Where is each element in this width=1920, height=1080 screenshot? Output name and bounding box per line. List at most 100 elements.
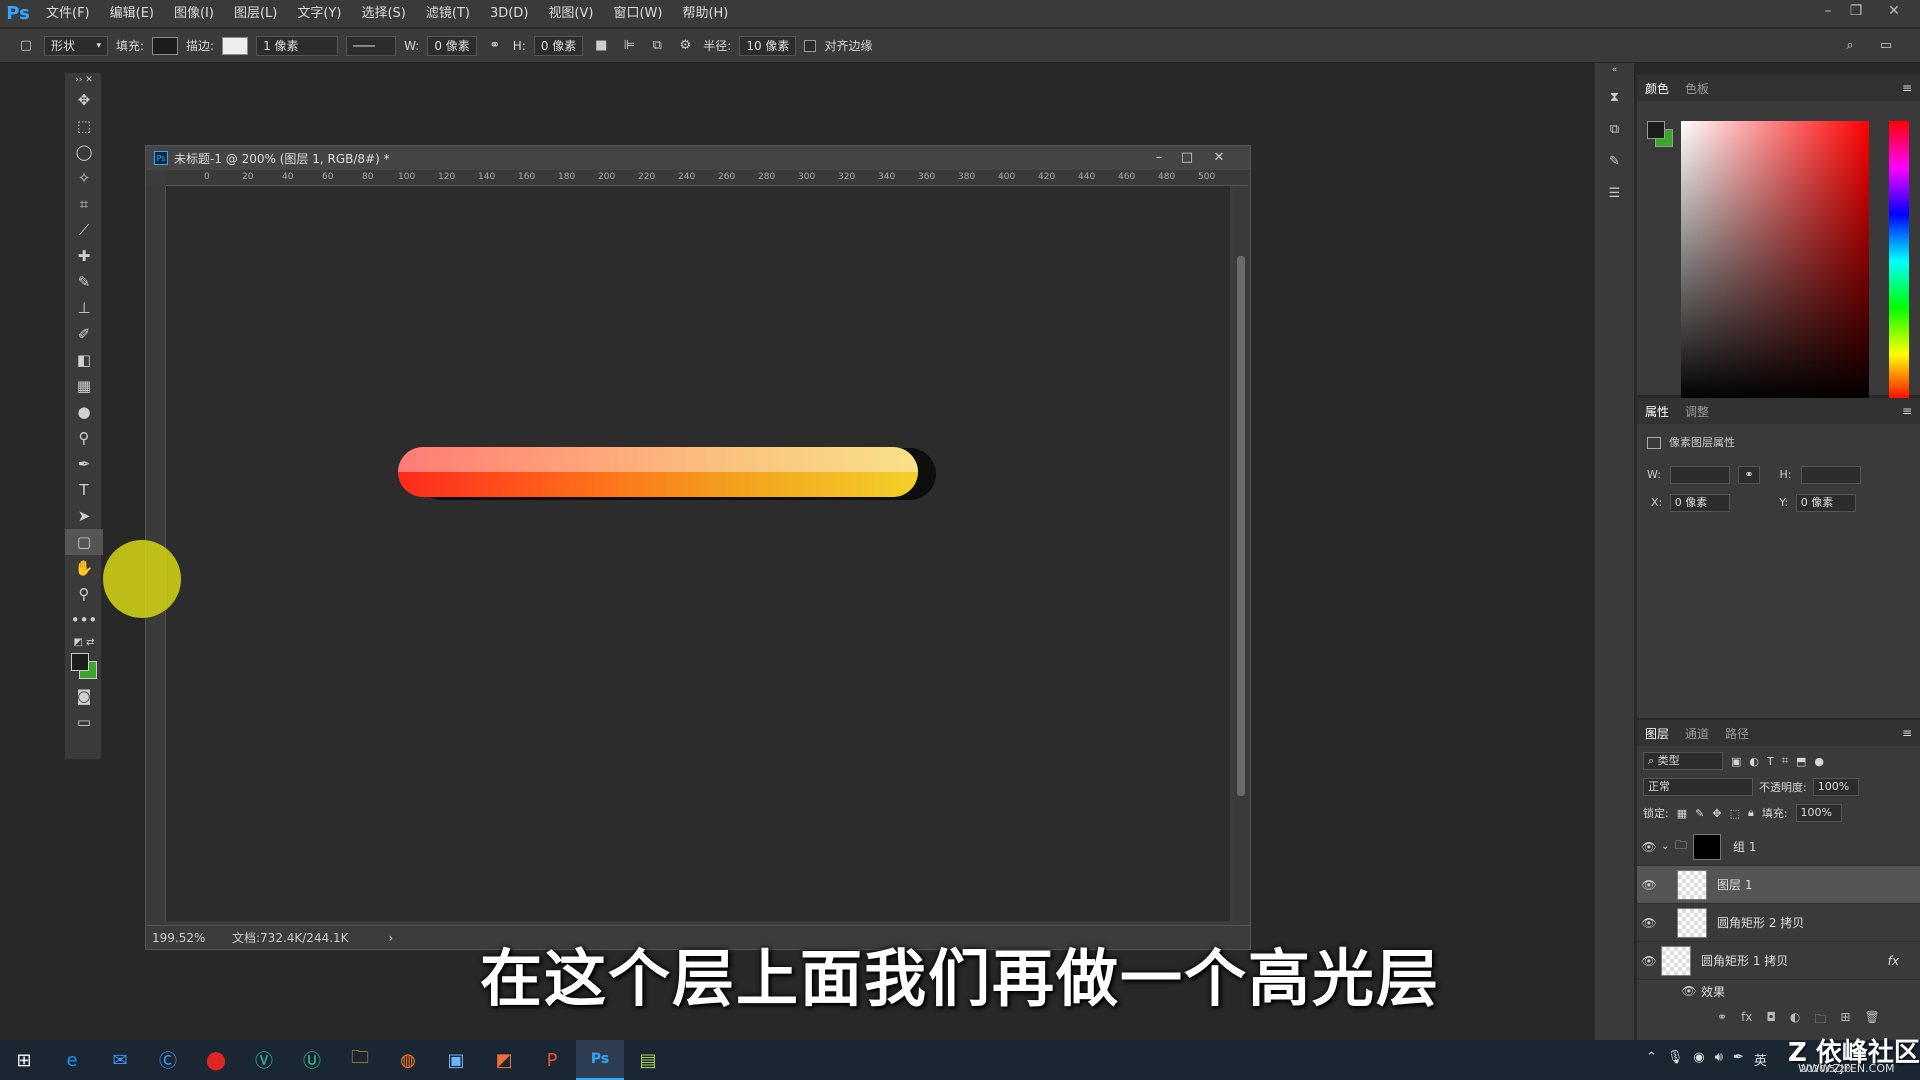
lock-all-icon[interactable]: 🔒︎: [1748, 806, 1754, 820]
microphone-icon[interactable]: 🎙︎: [1667, 1050, 1684, 1069]
props-w-field[interactable]: [1670, 466, 1731, 484]
tab-channels[interactable]: 通道: [1685, 725, 1709, 742]
path-operations-icon[interactable]: ■: [591, 36, 611, 56]
layer-row[interactable]: 👁︎ ⌄ 🗀︎ 组 1: [1637, 828, 1920, 866]
menu-type[interactable]: 文字(Y): [287, 0, 351, 28]
quick-mask-icon[interactable]: ◙: [65, 683, 103, 709]
rounded-rectangle-tool-icon[interactable]: ▢: [65, 529, 103, 555]
volume-icon[interactable]: 🔊︎: [1715, 1050, 1723, 1069]
app-v-icon[interactable]: Ⓥ: [240, 1040, 288, 1080]
app-c-icon[interactable]: Ⓒ: [144, 1040, 192, 1080]
path-arrangement-icon[interactable]: ⧉: [647, 36, 667, 56]
eye-icon[interactable]: 👁︎: [1637, 878, 1661, 892]
doc-maximize-icon[interactable]: □: [1174, 148, 1200, 168]
clone-source-icon[interactable]: ⧉: [1605, 119, 1625, 139]
crop-tool-icon[interactable]: ⌗: [65, 191, 103, 217]
tab-layers[interactable]: 图层: [1645, 725, 1669, 742]
blend-mode-select[interactable]: 正常: [1643, 778, 1753, 796]
move-tool-icon[interactable]: ✥: [65, 87, 103, 113]
filter-adjustment-icon[interactable]: ◐: [1749, 755, 1759, 768]
menu-edit[interactable]: 编辑(E): [100, 0, 164, 28]
more-tools-icon[interactable]: •••: [65, 607, 103, 633]
swap-colors-icon[interactable]: ◩ ⇄: [65, 633, 103, 651]
lock-transparent-icon[interactable]: ▦: [1677, 807, 1687, 820]
close-icon[interactable]: ✕: [1880, 0, 1908, 24]
app-red-icon[interactable]: ⬤: [192, 1040, 240, 1080]
hand-tool-icon[interactable]: ✋: [65, 555, 103, 581]
menu-filter[interactable]: 滤镜(T): [416, 0, 480, 28]
gradient-tool-icon[interactable]: ▦: [65, 373, 103, 399]
lasso-tool-icon[interactable]: ◯: [65, 139, 103, 165]
paint-app-icon[interactable]: ◩: [480, 1040, 528, 1080]
screen-mode-icon[interactable]: ▭: [65, 709, 103, 735]
filter-toggle-icon[interactable]: ●: [1814, 755, 1824, 768]
gear-icon[interactable]: ⚙: [675, 36, 695, 56]
tab-swatches[interactable]: 色板: [1685, 80, 1709, 97]
menu-layer[interactable]: 图层(L): [224, 0, 287, 28]
path-selection-tool-icon[interactable]: ➤: [65, 503, 103, 529]
filter-type-icon[interactable]: T: [1767, 755, 1774, 768]
brush-tool-icon[interactable]: ✎: [65, 269, 103, 295]
canvas[interactable]: [166, 186, 1230, 921]
tray-expand-icon[interactable]: ⌃: [1646, 1050, 1657, 1069]
filter-pixel-icon[interactable]: ▣: [1731, 755, 1741, 768]
menu-3d[interactable]: 3D(D): [480, 0, 538, 28]
lock-artboard-icon[interactable]: ⬚: [1730, 807, 1740, 820]
tab-color[interactable]: 颜色: [1645, 80, 1669, 97]
document-titlebar[interactable]: Ps 未标题-1 @ 200% (图层 1, RGB/8#) * – □ ✕: [146, 146, 1250, 170]
photoshop-taskbar-icon[interactable]: Ps: [576, 1040, 624, 1080]
chevron-down-icon[interactable]: ⌄: [1661, 841, 1675, 852]
menu-view[interactable]: 视图(V): [538, 0, 603, 28]
firefox-icon[interactable]: ◍: [384, 1040, 432, 1080]
blur-tool-icon[interactable]: ●: [65, 399, 103, 425]
lock-pixels-icon[interactable]: ✎: [1695, 807, 1704, 820]
magic-wand-tool-icon[interactable]: ✧: [65, 165, 103, 191]
link-icon[interactable]: ⚭: [485, 36, 505, 56]
pen-icon[interactable]: ✒: [1733, 1050, 1744, 1069]
dodge-tool-icon[interactable]: ⚲: [65, 425, 103, 451]
input-language[interactable]: 英: [1754, 1050, 1767, 1069]
search-icon[interactable]: ⌕: [1840, 36, 1860, 56]
props-h-field[interactable]: [1800, 466, 1861, 484]
desktop-app-icon[interactable]: ▣: [432, 1040, 480, 1080]
brush-panel-icon[interactable]: ✎: [1605, 151, 1625, 171]
opacity-field[interactable]: 100%: [1812, 778, 1859, 796]
tab-properties[interactable]: 属性: [1645, 403, 1669, 420]
w-field[interactable]: 0 像素: [427, 35, 477, 56]
history-panel-icon[interactable]: ⧗: [1605, 87, 1625, 107]
edge-browser-icon[interactable]: e: [48, 1040, 96, 1080]
stroke-swatch[interactable]: [222, 36, 249, 55]
layer-row-selected[interactable]: 👁︎ 图层 1: [1637, 866, 1920, 904]
powerpoint-icon[interactable]: P: [528, 1040, 576, 1080]
layer-name[interactable]: 图层 1: [1717, 876, 1752, 893]
workspace-icon[interactable]: ▭: [1876, 36, 1896, 56]
vertical-scrollbar[interactable]: [1234, 186, 1248, 921]
color-picker-field[interactable]: [1681, 121, 1869, 401]
path-alignment-icon[interactable]: ⊫: [619, 36, 639, 56]
filter-shape-icon[interactable]: ⌗: [1782, 754, 1788, 768]
fill-swatch[interactable]: [152, 36, 179, 55]
healing-brush-tool-icon[interactable]: ✚: [65, 243, 103, 269]
foreground-color-swatch[interactable]: [71, 653, 89, 671]
collapse-panels-icon[interactable]: «: [1605, 65, 1625, 75]
marquee-tool-icon[interactable]: ⬚: [65, 113, 103, 139]
history-brush-tool-icon[interactable]: ✐: [65, 321, 103, 347]
tool-mode-select[interactable]: 形状 ▾: [44, 35, 108, 56]
tab-paths[interactable]: 路径: [1725, 725, 1749, 742]
menu-file[interactable]: 文件(F): [36, 0, 100, 28]
type-tool-icon[interactable]: T: [65, 477, 103, 503]
tray-app-icon[interactable]: ◉: [1693, 1050, 1704, 1069]
restore-icon[interactable]: ❐: [1842, 0, 1870, 24]
props-y-field[interactable]: 0 像素: [1795, 494, 1856, 512]
tab-adjustments[interactable]: 调整: [1685, 403, 1709, 420]
menu-image[interactable]: 图像(I): [164, 0, 224, 28]
menu-help[interactable]: 帮助(H): [672, 0, 738, 28]
color-swatches[interactable]: [65, 651, 101, 683]
mail-icon[interactable]: ✉: [96, 1040, 144, 1080]
app-u-icon[interactable]: Ⓤ: [288, 1040, 336, 1080]
zoom-tool-icon[interactable]: ⚲: [65, 581, 103, 607]
file-explorer-icon[interactable]: 🗀︎: [336, 1040, 384, 1080]
align-edges-checkbox[interactable]: [804, 39, 817, 52]
foreground-color-swatch[interactable]: [1647, 121, 1665, 139]
stroke-width-field[interactable]: 1 像素: [256, 35, 339, 56]
